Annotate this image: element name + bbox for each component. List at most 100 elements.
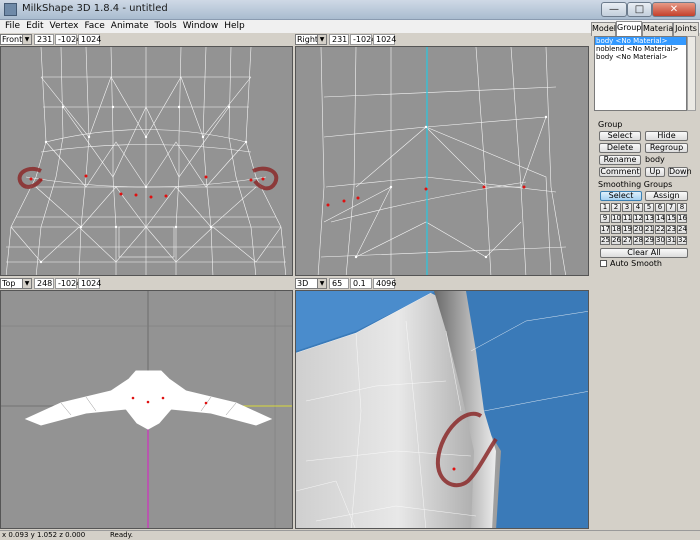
up-button[interactable]: Up bbox=[645, 167, 665, 177]
smoothing-group-button[interactable]: 31 bbox=[666, 236, 676, 245]
view-select[interactable]: Right ▼ bbox=[295, 34, 327, 45]
smoothing-group-button[interactable]: 7 bbox=[666, 203, 676, 212]
view-field-3[interactable]: 1024 bbox=[78, 34, 101, 45]
smoothing-group-button[interactable]: 15 bbox=[666, 214, 676, 223]
smoothing-group-button[interactable]: 16 bbox=[677, 214, 687, 223]
front-canvas[interactable] bbox=[0, 46, 293, 276]
auto-smooth-checkbox[interactable] bbox=[600, 260, 607, 267]
smoothing-group-button[interactable]: 13 bbox=[644, 214, 654, 223]
tab-groups[interactable]: Groups bbox=[616, 21, 646, 36]
group-section-title: Group bbox=[598, 120, 623, 129]
view-field-3[interactable]: 1024 bbox=[373, 34, 396, 45]
smoothing-group-button[interactable]: 9 bbox=[600, 214, 610, 223]
viewport-header: 3D ▼ 65 0.1 4096 bbox=[295, 277, 589, 290]
view-field-1[interactable]: 231 bbox=[329, 34, 349, 45]
3d-render bbox=[296, 291, 588, 528]
title-bar: MilkShape 3D 1.8.4 - untitled — □ ✕ bbox=[0, 0, 700, 20]
menu-help[interactable]: Help bbox=[221, 20, 248, 33]
view-field-3[interactable]: 4096 bbox=[373, 278, 396, 289]
list-item[interactable]: noblend <No Material> bbox=[595, 45, 686, 53]
view-field-2[interactable]: -1024 bbox=[350, 34, 376, 45]
status-message: Ready. bbox=[110, 531, 133, 539]
group-list[interactable]: body <No Material> noblend <No Material>… bbox=[594, 36, 687, 111]
smoothing-group-button[interactable]: 24 bbox=[677, 225, 687, 234]
smoothing-group-button[interactable]: 25 bbox=[600, 236, 610, 245]
view-field-2[interactable]: -1024 bbox=[55, 34, 81, 45]
hide-button[interactable]: Hide bbox=[645, 131, 688, 141]
smoothing-group-button[interactable]: 10 bbox=[611, 214, 621, 223]
maximize-icon[interactable]: □ bbox=[627, 2, 652, 17]
clear-all-button[interactable]: Clear All bbox=[600, 248, 688, 258]
smoothing-group-button[interactable]: 8 bbox=[677, 203, 687, 212]
smoothing-group-button[interactable]: 32 bbox=[677, 236, 687, 245]
menu-animate[interactable]: Animate bbox=[108, 20, 152, 33]
view-select[interactable]: 3D ▼ bbox=[295, 278, 327, 289]
smoothing-group-button[interactable]: 3 bbox=[622, 203, 632, 212]
minimize-icon[interactable]: — bbox=[601, 2, 627, 17]
view-select[interactable]: Top ▼ bbox=[0, 278, 32, 289]
3d-canvas[interactable] bbox=[295, 290, 589, 529]
menu-vertex[interactable]: Vertex bbox=[47, 20, 82, 33]
view-field-3[interactable]: 1024 bbox=[78, 278, 101, 289]
top-canvas[interactable] bbox=[0, 290, 293, 529]
smoothing-group-button[interactable]: 23 bbox=[666, 225, 676, 234]
smoothing-group-button[interactable]: 27 bbox=[622, 236, 632, 245]
smoothing-group-button[interactable]: 4 bbox=[633, 203, 643, 212]
regroup-button[interactable]: Regroup bbox=[645, 143, 688, 153]
smoothing-group-button[interactable]: 22 bbox=[655, 225, 665, 234]
menu-window[interactable]: Window bbox=[180, 20, 222, 33]
list-item[interactable]: body <No Material> bbox=[595, 53, 686, 61]
3d-viewport[interactable]: 3D ▼ 65 0.1 4096 bbox=[295, 277, 589, 529]
groups-panel: body <No Material> noblend <No Material>… bbox=[591, 36, 700, 530]
right-canvas[interactable] bbox=[295, 46, 589, 276]
view-field-2[interactable]: 0.1 bbox=[350, 278, 372, 289]
panel-tabs: Model Groups Materials Joints bbox=[591, 21, 700, 36]
auto-smooth-label: Auto Smooth bbox=[610, 259, 662, 268]
comment-button[interactable]: Comment bbox=[599, 167, 641, 177]
assign-button[interactable]: Assign bbox=[645, 191, 688, 201]
view-field-1[interactable]: 231 bbox=[34, 34, 54, 45]
smoothing-group-button[interactable]: 30 bbox=[655, 236, 665, 245]
tab-materials[interactable]: Materials bbox=[642, 22, 680, 36]
smoothing-group-button[interactable]: 20 bbox=[633, 225, 643, 234]
smoothing-group-button[interactable]: 18 bbox=[611, 225, 621, 234]
smoothing-group-button[interactable]: 28 bbox=[633, 236, 643, 245]
top-viewport[interactable]: Top ▼ 248 -1024 1024 bbox=[0, 277, 293, 529]
group-select-button[interactable]: Select bbox=[599, 131, 641, 141]
down-button[interactable]: Down bbox=[668, 167, 692, 177]
chevron-down-icon: ▼ bbox=[317, 35, 326, 44]
smoothing-group-button[interactable]: 1 bbox=[600, 203, 610, 212]
close-icon[interactable]: ✕ bbox=[652, 2, 696, 17]
delete-button[interactable]: Delete bbox=[599, 143, 641, 153]
menu-file[interactable]: File bbox=[2, 20, 23, 33]
right-viewport[interactable]: Right ▼ 231 -1024 1024 bbox=[295, 33, 589, 276]
rename-button[interactable]: Rename bbox=[599, 155, 641, 165]
group-list-scrollbar[interactable] bbox=[687, 36, 696, 111]
view-field-1[interactable]: 248 bbox=[34, 278, 54, 289]
smoothing-group-button[interactable]: 5 bbox=[644, 203, 654, 212]
view-select[interactable]: Front ▼ bbox=[0, 34, 32, 45]
menu-tools[interactable]: Tools bbox=[152, 20, 180, 33]
status-bar: x 0.093 y 1.052 z 0.000 Ready. bbox=[0, 530, 700, 540]
smoothing-group-button[interactable]: 12 bbox=[633, 214, 643, 223]
front-viewport[interactable]: Front ▼ 231 -1024 1024 bbox=[0, 33, 293, 276]
smoothing-group-button[interactable]: 14 bbox=[655, 214, 665, 223]
chevron-down-icon: ▼ bbox=[22, 279, 31, 288]
smoothing-group-button[interactable]: 19 bbox=[622, 225, 632, 234]
smoothing-group-button[interactable]: 21 bbox=[644, 225, 654, 234]
group-name-field[interactable]: body bbox=[645, 155, 688, 165]
menu-face[interactable]: Face bbox=[81, 20, 107, 33]
smoothing-group-button[interactable]: 2 bbox=[611, 203, 621, 212]
tab-joints[interactable]: Joints bbox=[673, 22, 699, 36]
tab-model[interactable]: Model bbox=[591, 22, 616, 36]
view-field-1[interactable]: 65 bbox=[329, 278, 349, 289]
smoothing-group-button[interactable]: 11 bbox=[622, 214, 632, 223]
view-field-2[interactable]: -1024 bbox=[55, 278, 81, 289]
smoothing-group-button[interactable]: 17 bbox=[600, 225, 610, 234]
smoothing-select-button[interactable]: Select bbox=[600, 191, 642, 201]
list-item[interactable]: body <No Material> bbox=[595, 37, 686, 45]
smoothing-group-button[interactable]: 26 bbox=[611, 236, 621, 245]
menu-edit[interactable]: Edit bbox=[23, 20, 46, 33]
smoothing-group-button[interactable]: 6 bbox=[655, 203, 665, 212]
smoothing-group-button[interactable]: 29 bbox=[644, 236, 654, 245]
